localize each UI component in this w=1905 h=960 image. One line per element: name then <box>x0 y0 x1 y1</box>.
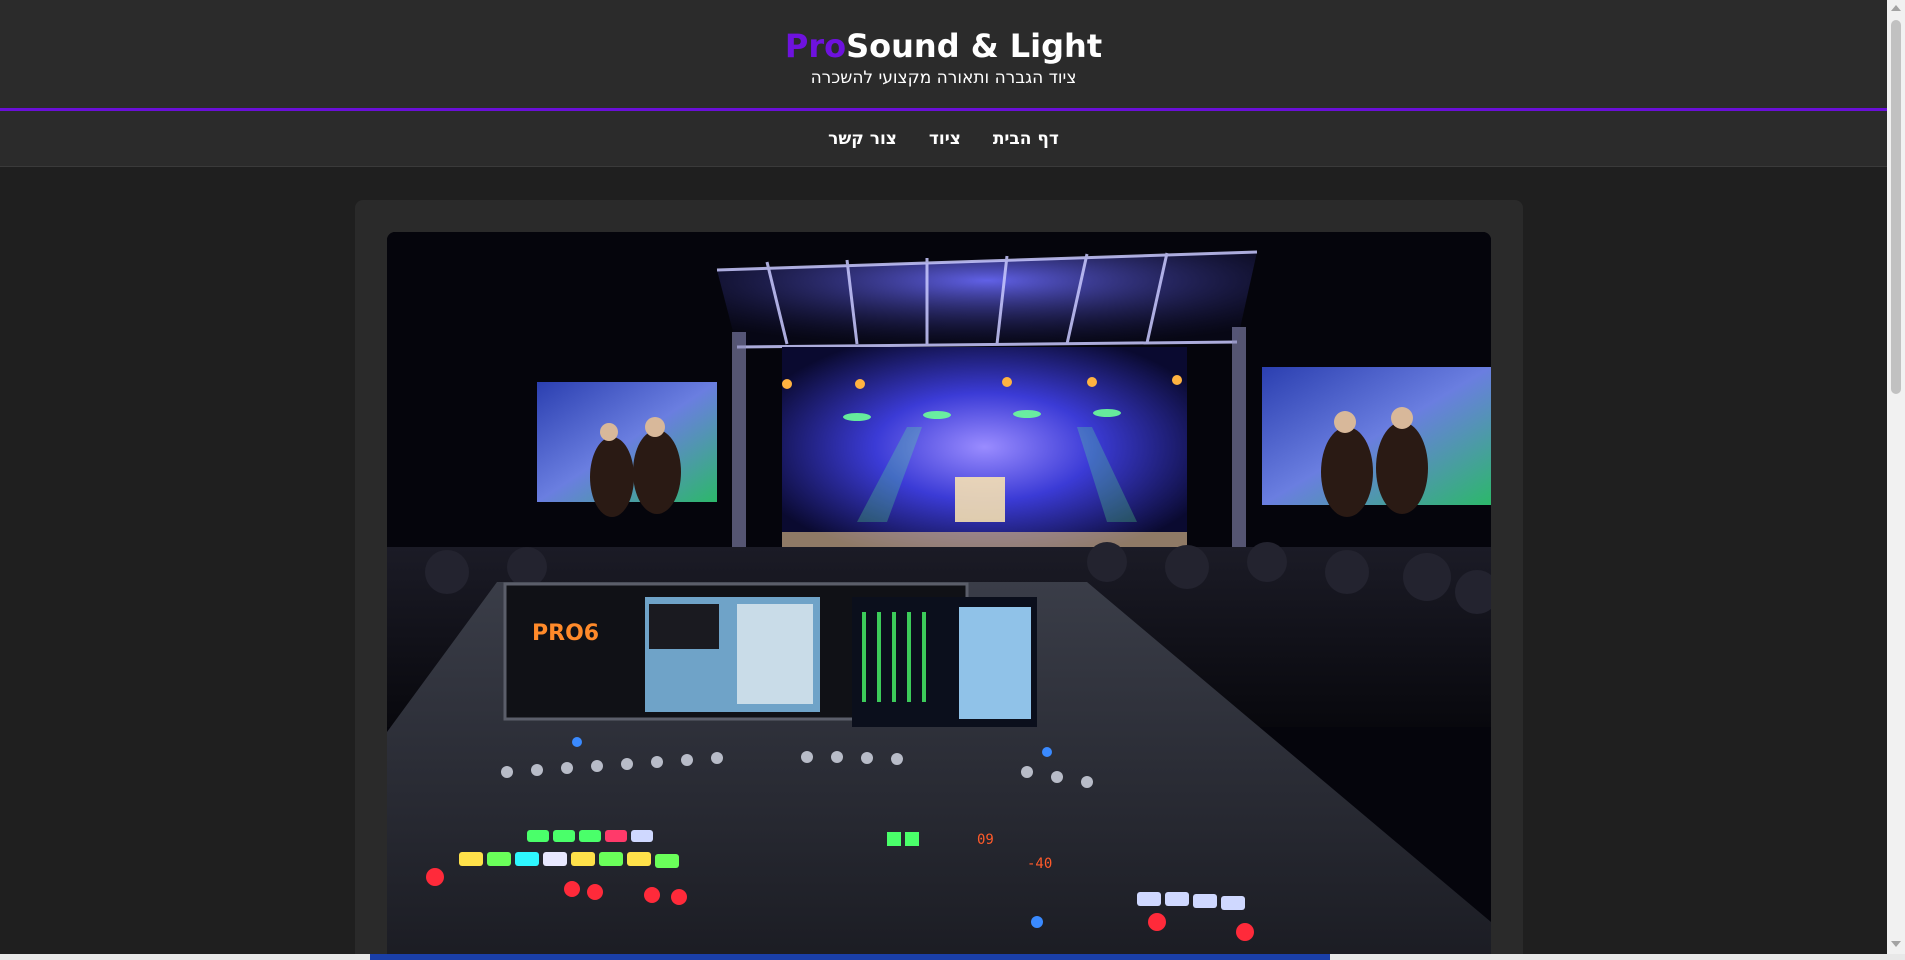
nav-link-equipment[interactable]: ציוד <box>929 129 961 149</box>
site-header: ProSound & Light ציוד הגברה ותאורה מקצוע… <box>0 0 1887 111</box>
scroll-up-arrow-icon[interactable] <box>1891 5 1901 11</box>
site-tagline: ציוד הגברה ותאורה מקצועי להשכרה <box>810 68 1077 88</box>
logo-accent: Pro <box>784 27 847 65</box>
concert-photo: PRO6 09 -40 <box>387 232 1491 954</box>
console-meter-left: 09 <box>977 832 994 848</box>
logo-text: Sound & Light <box>846 27 1103 65</box>
nav-link-contact[interactable]: צור קשר <box>828 129 897 149</box>
page: ProSound & Light ציוד הגברה ותאורה מקצוע… <box>0 0 1887 954</box>
nav-link-home[interactable]: דף הבית <box>993 129 1059 149</box>
vertical-scrollbar[interactable] <box>1887 0 1905 954</box>
main-nav: דף הבית ציוד צור קשר <box>0 111 1887 167</box>
site-logo[interactable]: ProSound & Light <box>0 0 1887 66</box>
horizontal-scroll-thumb[interactable] <box>370 954 1330 960</box>
scroll-thumb[interactable] <box>1891 20 1901 394</box>
hero-image: PRO6 09 -40 <box>387 232 1491 954</box>
console-meter-right: -40 <box>1027 856 1052 872</box>
scroll-down-arrow-icon[interactable] <box>1891 941 1901 947</box>
right-video-screen <box>1262 367 1491 505</box>
content-card: PRO6 09 -40 <box>355 200 1523 954</box>
horizontal-scrollbar[interactable] <box>0 954 1905 960</box>
console-brand: PRO6 <box>532 621 599 646</box>
